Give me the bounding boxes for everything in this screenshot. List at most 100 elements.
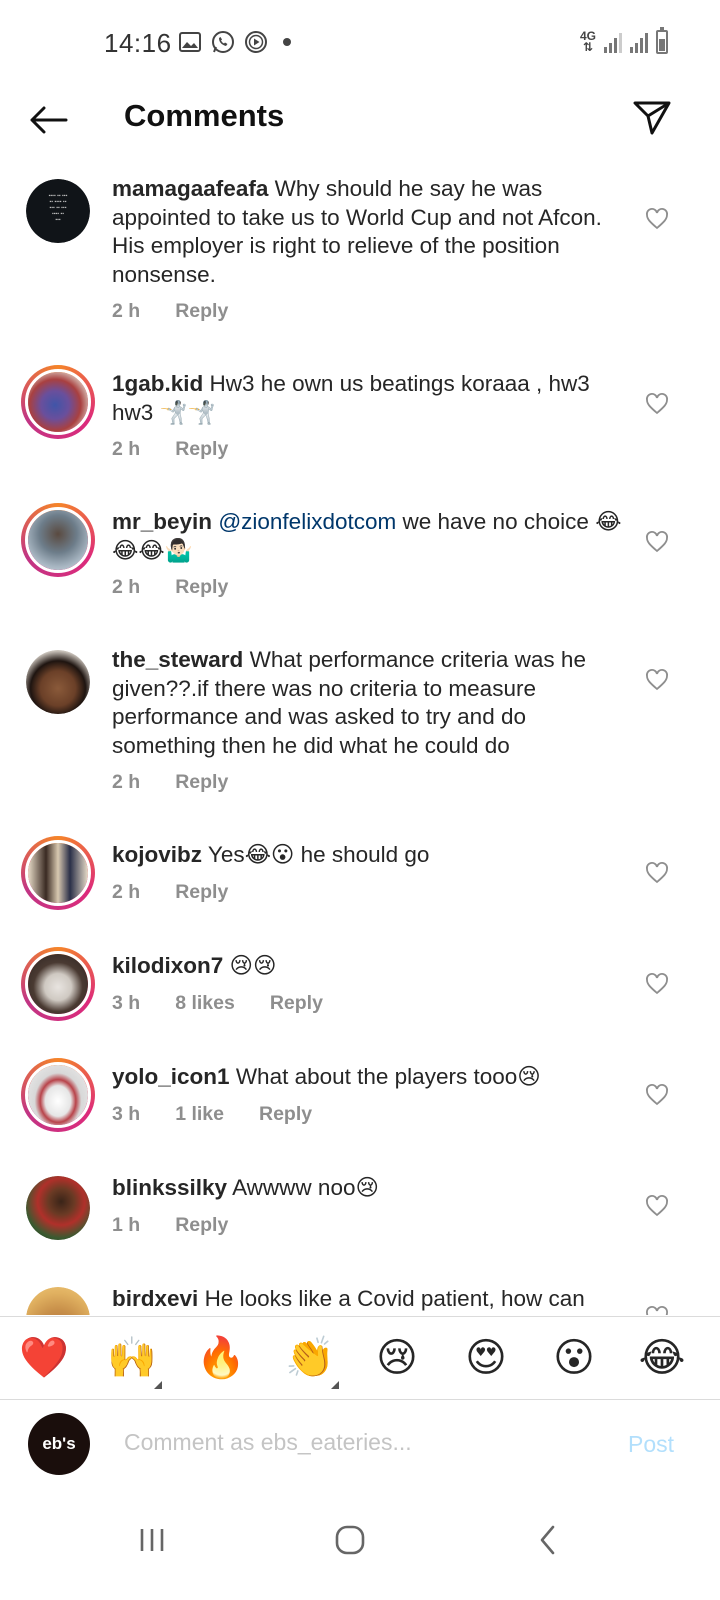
quick-reactions-bar: ❤️ 🙌 🔥 👏 😢 😍 😮 😂	[0, 1316, 720, 1400]
signal-icon	[604, 31, 622, 53]
heart-icon[interactable]	[645, 392, 669, 416]
avatar[interactable]	[26, 650, 90, 714]
comment-likes[interactable]: 8 likes	[175, 992, 235, 1015]
avatar[interactable]	[21, 365, 95, 439]
comment-likes[interactable]: 1 like	[175, 1103, 224, 1126]
comment-username[interactable]: kilodixon7	[112, 953, 223, 978]
comments-list[interactable]: ▪▪▪▪ ▪▪ ▪▪▪ ▪▪ ▪▪▪▪ ▪▪ ▪▪▪ ▪▪ ▪▪▪ ▪▪▪▪ ▪▪ ▪▪…	[0, 165, 720, 1315]
comment-username[interactable]: mr_beyin	[112, 509, 212, 534]
status-time: 14:16	[104, 28, 172, 58]
comment-username[interactable]: 1gab.kid	[112, 371, 203, 396]
comment-text: kilodixon7 😢😢	[112, 952, 627, 981]
comment-meta: 2 h Reply	[112, 771, 263, 794]
crying-reaction-button[interactable]: 😢	[372, 1335, 422, 1381]
reply-button[interactable]: Reply	[175, 1214, 228, 1237]
comment-mention[interactable]: @zionfelixdotcom	[218, 509, 396, 534]
status-system-icons: 4G ⇅	[579, 27, 668, 54]
surprised-reaction-button[interactable]: 😮	[549, 1335, 599, 1381]
comment-text: blinkssilky Awwww noo😢	[112, 1174, 627, 1203]
avatar[interactable]	[26, 1287, 90, 1315]
comment-username[interactable]: birdxevi	[112, 1286, 198, 1311]
network-type-label: 4G ⇅	[579, 29, 596, 54]
arrow-left-icon	[30, 106, 68, 134]
comment-username[interactable]: kojovibz	[112, 842, 202, 867]
comment-username[interactable]: blinkssilky	[112, 1175, 227, 1200]
avatar[interactable]	[26, 1176, 90, 1240]
comment-text: the_steward What performance criteria wa…	[112, 646, 627, 760]
fire-reaction-button[interactable]: 🔥	[196, 1335, 246, 1381]
back-nav-button[interactable]	[518, 1510, 578, 1570]
avatar[interactable]	[21, 1058, 95, 1132]
comment-message: Yes😂😮 he should go	[207, 842, 430, 867]
skin-tone-indicator-icon	[331, 1381, 339, 1389]
heart-icon[interactable]	[645, 1083, 669, 1107]
back-button[interactable]	[26, 98, 70, 142]
comment-time: 1 h	[112, 1214, 141, 1236]
comment-meta: 2 h Reply	[112, 438, 263, 461]
comment-username[interactable]: mamagaafeafa	[112, 176, 268, 201]
reply-button[interactable]: Reply	[175, 771, 228, 794]
avatar[interactable]: ▪▪▪▪ ▪▪ ▪▪▪ ▪▪ ▪▪▪▪ ▪▪ ▪▪▪ ▪▪ ▪▪▪ ▪▪▪▪ ▪▪ ▪▪…	[26, 179, 90, 243]
send-icon	[633, 101, 671, 135]
comment-time: 2 h	[112, 576, 141, 598]
comment-username[interactable]: yolo_icon1	[112, 1064, 230, 1089]
home-icon	[335, 1525, 365, 1555]
heart-eyes-reaction-button[interactable]: 😍	[461, 1335, 511, 1381]
reply-button[interactable]: Reply	[175, 300, 228, 323]
post-button[interactable]: Post	[628, 1431, 674, 1458]
avatar[interactable]	[21, 836, 95, 910]
raising-hands-reaction-button[interactable]: 🙌	[107, 1335, 157, 1381]
comment-time: 2 h	[112, 300, 141, 322]
page-title: Comments	[124, 98, 285, 133]
reply-button[interactable]: Reply	[259, 1103, 312, 1126]
skin-tone-indicator-icon	[154, 1381, 162, 1389]
reply-button[interactable]: Reply	[270, 992, 323, 1015]
avatar[interactable]	[21, 947, 95, 1021]
laughing-reaction-button[interactable]: 😂	[637, 1335, 687, 1381]
comment-meta: 2 h Reply	[112, 300, 263, 323]
app-header: Comments	[0, 90, 720, 150]
reply-button[interactable]: Reply	[175, 576, 228, 599]
reply-button[interactable]: Reply	[175, 438, 228, 461]
heart-icon[interactable]	[645, 1194, 669, 1218]
comment-message: He looks like a Covid patient, how can	[204, 1286, 585, 1311]
more-notifications-dot	[283, 38, 291, 46]
comment-time: 3 h	[112, 1103, 141, 1125]
whatsapp-icon	[211, 30, 235, 54]
heart-icon[interactable]	[645, 972, 669, 996]
comment-message: 😢😢	[229, 953, 277, 978]
comment-text: birdxevi He looks like a Covid patient, …	[112, 1285, 627, 1314]
status-notification-icons	[178, 30, 291, 54]
comment-meta: 3 h 1 like Reply	[112, 1103, 347, 1126]
comment-time: 2 h	[112, 438, 141, 460]
heart-icon[interactable]	[645, 530, 669, 554]
recent-apps-button[interactable]	[122, 1510, 182, 1570]
heart-icon[interactable]	[645, 1305, 669, 1315]
reply-button[interactable]: Reply	[175, 881, 228, 904]
comment-time: 3 h	[112, 992, 141, 1014]
play-icon	[244, 30, 268, 54]
comment-text: yolo_icon1 What about the players tooo😢	[112, 1063, 627, 1092]
comment-input[interactable]: Comment as ebs_eateries...	[124, 1429, 412, 1456]
heart-reaction-button[interactable]: ❤️	[19, 1335, 69, 1381]
comment-time: 2 h	[112, 881, 141, 903]
clapping-reaction-button[interactable]: 👏	[285, 1335, 335, 1381]
comment-meta: 2 h Reply	[112, 881, 263, 904]
heart-icon[interactable]	[645, 668, 669, 692]
home-button[interactable]	[320, 1510, 380, 1570]
comment-meta: 2 h Reply	[112, 576, 263, 599]
comment-message: What about the players tooo😢	[235, 1064, 541, 1089]
comment-text: kojovibz Yes😂😮 he should go	[112, 841, 627, 870]
comment-message: Awwww noo😢	[232, 1175, 379, 1200]
chevron-left-icon	[540, 1525, 555, 1555]
heart-icon[interactable]	[645, 861, 669, 885]
heart-icon[interactable]	[645, 207, 669, 231]
comment-meta: 3 h 8 likes Reply	[112, 992, 358, 1015]
avatar[interactable]	[21, 503, 95, 577]
share-button[interactable]	[630, 96, 674, 140]
comment-composer: eb's Comment as ebs_eateries... Post	[0, 1401, 720, 1487]
comment-username[interactable]: the_steward	[112, 647, 243, 672]
signal-icon-2	[630, 31, 648, 53]
system-navigation-bar	[0, 1490, 720, 1600]
comment-time: 2 h	[112, 771, 141, 793]
